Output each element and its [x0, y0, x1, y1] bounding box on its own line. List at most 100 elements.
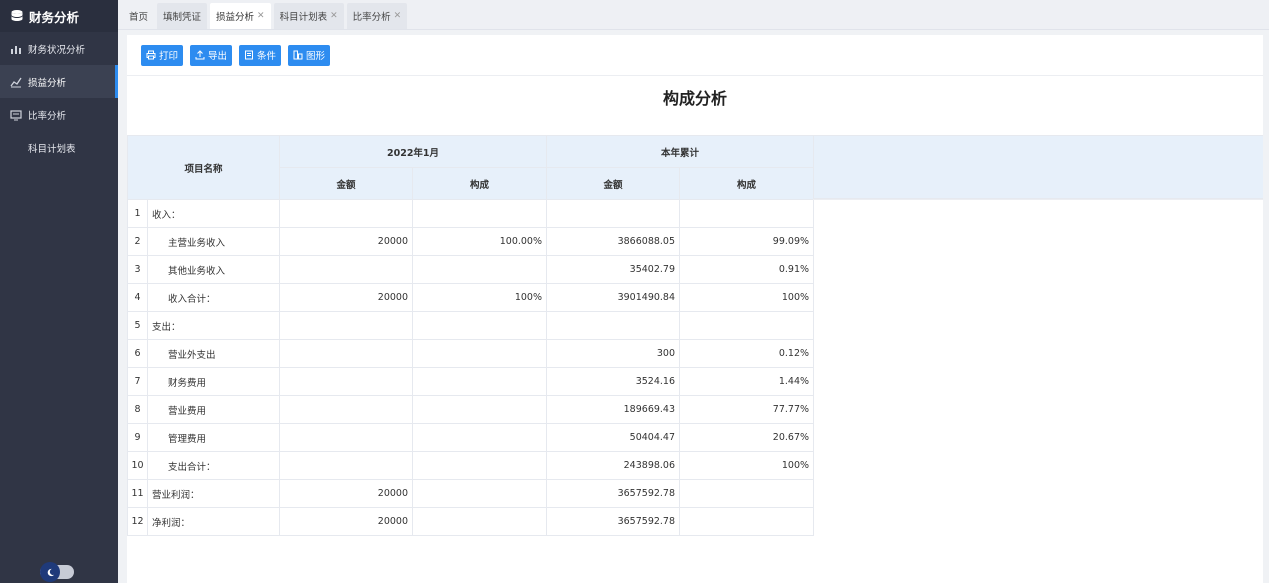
printer-icon — [146, 50, 156, 60]
sidebar-item-financial-status[interactable]: 财务状况分析 — [0, 32, 118, 65]
table-row: 10 支出合计： 243898.06 100% — [127, 451, 815, 480]
row-period-amount — [279, 199, 414, 228]
row-ytd-ratio — [679, 199, 815, 228]
report-title: 构成分析 — [662, 89, 727, 108]
row-index: 4 — [127, 283, 148, 312]
row-period-amount: 20000 — [279, 283, 414, 312]
table-row: 8 营业费用 189669.43 77.77% — [127, 395, 815, 424]
sidebar-item-account-plan[interactable]: 科目计划表 — [0, 131, 118, 164]
row-item-name: 支出合计： — [146, 451, 281, 480]
line-chart-icon — [10, 77, 22, 87]
table-row: 1 收入： — [127, 199, 815, 228]
row-period-ratio — [412, 395, 548, 424]
theme-toggle[interactable] — [40, 562, 74, 582]
table-row: 4 收入合计： 20000 100% 3901490.84 100% — [127, 283, 815, 312]
bar-chart-icon — [11, 45, 21, 54]
row-period-ratio: 100.00% — [412, 227, 548, 256]
row-item-name: 收入： — [146, 199, 281, 228]
chart-button[interactable]: 图形 — [288, 44, 331, 66]
row-item-name: 主营业务收入 — [146, 227, 281, 256]
col-header-ratio: 构成 — [679, 167, 815, 200]
row-ytd-amount: 3657592.78 — [546, 479, 681, 508]
row-period-amount: 20000 — [279, 227, 414, 256]
close-icon[interactable]: ✕ — [330, 11, 338, 21]
report-table: 项目名称 2022年1月 本年累计 金额 构成 金额 构成 1 收入： 2 主营业务收… — [126, 135, 815, 536]
export-label: 导出 — [208, 51, 228, 62]
row-item-name: 营业利润： — [146, 479, 281, 508]
condition-button[interactable]: 条件 — [239, 44, 282, 66]
print-button[interactable]: 打印 — [141, 44, 184, 66]
sidebar-item-label: 损益分析 — [28, 77, 67, 89]
row-item-name: 支出： — [146, 311, 281, 340]
table-header-background — [813, 135, 1263, 199]
tab-label: 科目计划表 — [279, 12, 328, 23]
row-ytd-amount: 300 — [546, 339, 681, 368]
col-header-amount: 金额 — [546, 167, 681, 200]
document-icon — [245, 50, 254, 60]
col-header-ratio: 构成 — [412, 167, 548, 200]
row-period-amount — [279, 311, 414, 340]
export-button[interactable]: 导出 — [190, 44, 233, 66]
row-ytd-ratio: 1.44% — [679, 367, 815, 396]
tab-voucher-entry[interactable]: 填制凭证 — [157, 3, 208, 29]
condition-label: 条件 — [257, 51, 277, 62]
tab-label: 损益分析 — [216, 12, 255, 23]
row-period-amount — [279, 395, 414, 424]
row-ytd-ratio: 77.77% — [679, 395, 815, 424]
tab-label: 比率分析 — [352, 12, 391, 23]
row-index: 8 — [127, 395, 148, 424]
table-row: 2 主营业务收入 20000 100.00% 3866088.05 99.09% — [127, 227, 815, 256]
row-period-ratio — [412, 367, 548, 396]
row-ytd-ratio: 0.12% — [679, 339, 815, 368]
tab-label: 填制凭证 — [163, 12, 202, 23]
row-period-amount — [279, 451, 414, 480]
database-icon — [11, 10, 23, 21]
row-item-name: 收入合计： — [146, 283, 281, 312]
table-row: 12 净利润： 20000 3657592.78 — [127, 507, 815, 536]
tab-profit-loss[interactable]: 损益分析 ✕ — [210, 3, 271, 29]
close-icon[interactable]: ✕ — [394, 11, 402, 21]
row-period-amount: 20000 — [279, 507, 414, 536]
row-period-amount — [279, 339, 414, 368]
sidebar-item-label: 财务状况分析 — [28, 44, 86, 56]
row-item-name: 净利润： — [146, 507, 281, 536]
row-ytd-amount: 3866088.05 — [546, 227, 681, 256]
tab-account-plan[interactable]: 科目计划表 ✕ — [273, 3, 344, 29]
row-period-amount — [279, 423, 414, 452]
tab-ratio-analysis[interactable]: 比率分析 ✕ — [346, 3, 408, 29]
row-period-amount — [279, 367, 414, 396]
row-item-name: 其他业务收入 — [146, 255, 281, 284]
row-period-ratio — [412, 451, 548, 480]
row-ytd-ratio: 100% — [679, 283, 815, 312]
row-index: 1 — [127, 199, 148, 228]
row-item-name: 财务费用 — [146, 367, 281, 396]
sidebar-item-label: 科目计划表 — [28, 143, 76, 155]
toolbar: 打印 导出 条件 图形 — [127, 35, 1263, 75]
row-ytd-amount: 189669.43 — [546, 395, 681, 424]
row-ytd-ratio: 0.91% — [679, 255, 815, 284]
table-row: 3 其他业务收入 35402.79 0.91% — [127, 255, 815, 284]
sidebar-item-profit-loss[interactable]: 损益分析 — [0, 65, 118, 98]
row-period-ratio — [412, 311, 548, 340]
row-period-amount — [279, 255, 414, 284]
col-header-item-name: 项目名称 — [126, 135, 281, 200]
row-period-ratio — [412, 339, 548, 368]
upload-icon — [195, 50, 205, 60]
tab-home[interactable]: 首页 — [123, 3, 154, 29]
close-icon[interactable]: ✕ — [257, 11, 265, 21]
row-period-ratio: 100% — [412, 283, 548, 312]
chart-icon — [293, 50, 303, 60]
row-ytd-ratio — [679, 311, 815, 340]
row-item-name: 管理费用 — [146, 423, 281, 452]
tab-bar: 首页 填制凭证 损益分析 ✕ 科目计划表 ✕ 比率分析 ✕ — [118, 0, 1269, 30]
table-row: 9 管理费用 50404.47 20.67% — [127, 423, 815, 452]
sidebar-item-label: 比率分析 — [28, 110, 67, 122]
table-row: 6 营业外支出 300 0.12% — [127, 339, 815, 368]
row-index: 2 — [127, 227, 148, 256]
app-brand: 财务分析 — [0, 0, 118, 32]
row-ytd-amount: 3524.16 — [546, 367, 681, 396]
sidebar-item-ratio-analysis[interactable]: 比率分析 — [0, 98, 118, 131]
row-period-ratio — [412, 423, 548, 452]
col-header-ytd: 本年累计 — [546, 135, 815, 168]
row-index: 5 — [127, 311, 148, 340]
